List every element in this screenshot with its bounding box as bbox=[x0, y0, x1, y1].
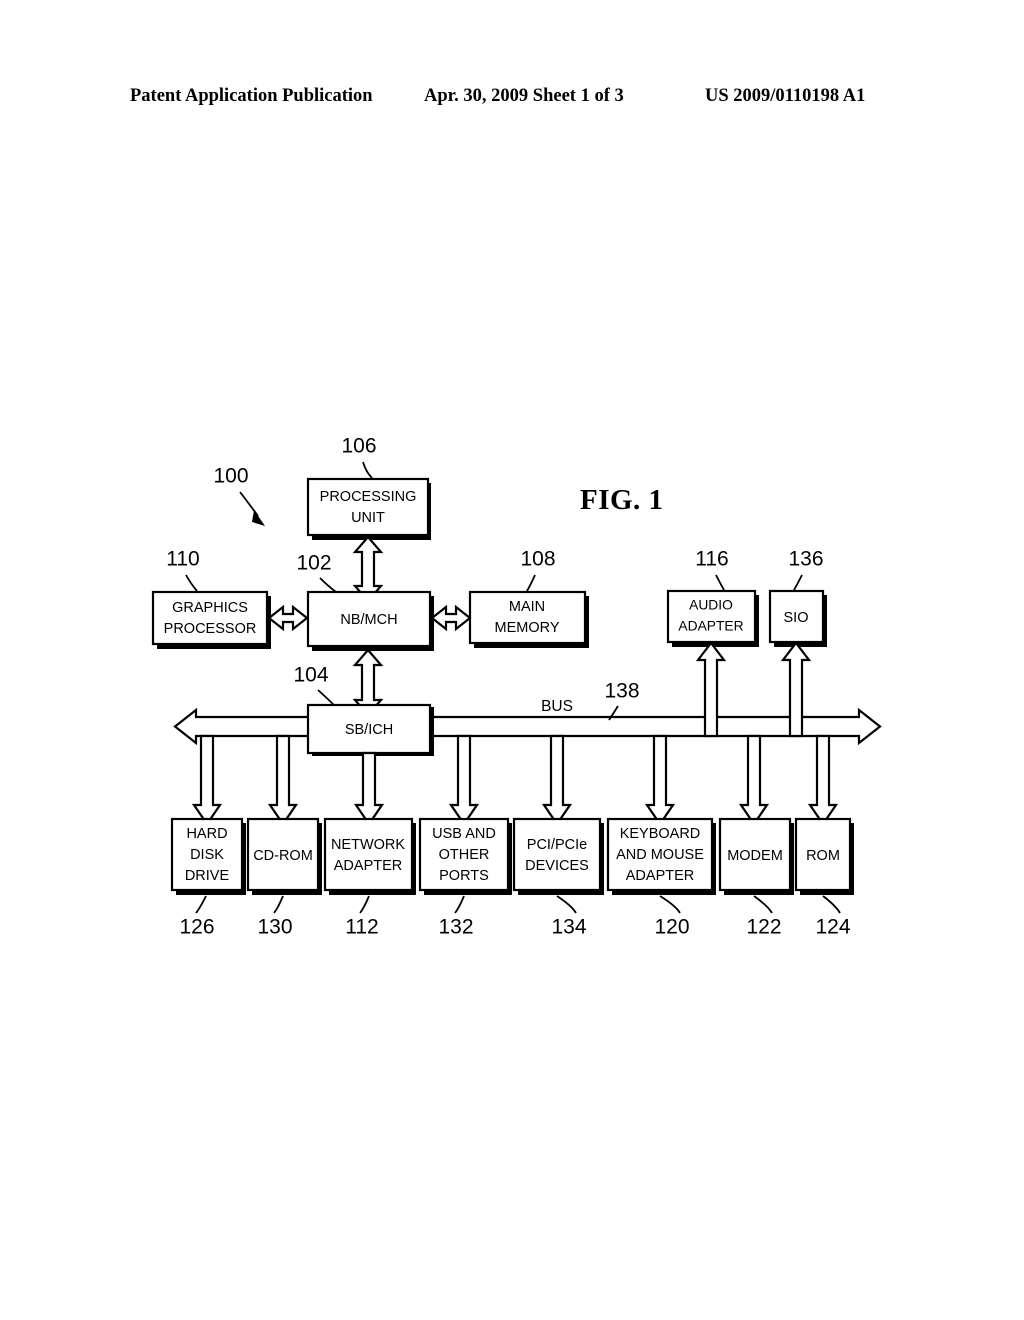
block-nb-mch-label: NB/MCH bbox=[340, 612, 397, 628]
bus-branch-keyboard-mouse-adapter bbox=[644, 734, 676, 826]
block-keyboard-mouse-adapter-label-1: KEYBOARD bbox=[620, 826, 701, 842]
ref-100: 100 bbox=[213, 465, 248, 488]
ref-120: 120 bbox=[654, 916, 689, 939]
block-diagram: 100 106 PROCESSING UNIT 110 GRAPHICS PRO… bbox=[151, 435, 882, 939]
block-usb-other-ports-label-1: USB AND bbox=[432, 826, 496, 842]
lead-line-120 bbox=[659, 895, 681, 914]
block-keyboard-mouse-adapter-label-2: AND MOUSE bbox=[616, 847, 704, 863]
block-usb-other-ports-label-2: OTHER bbox=[439, 847, 490, 863]
block-network-adapter-label-2: ADAPTER bbox=[334, 858, 403, 874]
arrow-nbmch-main-memory bbox=[430, 604, 472, 632]
bus-label: BUS bbox=[541, 698, 573, 715]
shadow-graphics-processor bbox=[157, 645, 271, 649]
shadow-usb-other-ports bbox=[424, 891, 512, 895]
block-hard-disk-drive-label-1: HARD bbox=[186, 826, 227, 842]
block-cd-rom-label: CD-ROM bbox=[253, 848, 313, 864]
shadow-audio-adapter bbox=[672, 643, 759, 647]
bus-branch-modem bbox=[738, 734, 770, 826]
block-processing-unit-label-1: PROCESSING bbox=[320, 489, 417, 505]
lead-line-134 bbox=[556, 895, 577, 914]
ref-110: 110 bbox=[166, 548, 199, 571]
bus-branch-rom bbox=[807, 734, 839, 826]
block-graphics-processor-label-1: GRAPHICS bbox=[172, 600, 248, 616]
block-hard-disk-drive-label-2: DISK bbox=[190, 847, 224, 863]
ref-138: 138 bbox=[604, 680, 639, 703]
ref-104: 104 bbox=[293, 664, 328, 687]
shadow-hard-disk-drive bbox=[176, 891, 246, 895]
ref-108: 108 bbox=[520, 548, 555, 571]
block-sb-ich-label: SB/ICH bbox=[345, 722, 393, 738]
lead-line-102 bbox=[319, 577, 337, 593]
lead-line-130 bbox=[273, 895, 284, 914]
lead-line-116 bbox=[715, 574, 725, 591]
lead-line-124 bbox=[822, 895, 841, 914]
ref-132: 132 bbox=[438, 916, 473, 939]
block-main-memory-label-1: MAIN bbox=[509, 599, 545, 615]
block-audio-adapter-label-1: AUDIO bbox=[689, 598, 733, 613]
lead-line-126 bbox=[195, 895, 207, 914]
block-processing-unit-label-2: UNIT bbox=[351, 510, 385, 526]
ref-116: 116 bbox=[695, 548, 728, 571]
block-network-adapter[interactable] bbox=[323, 817, 414, 892]
block-main-memory-label-2: MEMORY bbox=[495, 620, 560, 636]
shadow-rom bbox=[800, 891, 854, 895]
block-graphics-processor-label-2: PROCESSOR bbox=[164, 621, 257, 637]
block-network-adapter-label-1: NETWORK bbox=[331, 837, 405, 853]
block-audio-adapter-label-2: ADAPTER bbox=[678, 619, 743, 634]
bus-branch-cd-rom bbox=[267, 734, 299, 826]
bus-branch-pci-pcie-devices bbox=[541, 734, 573, 826]
lead-line-112 bbox=[359, 895, 370, 914]
bus-branch-network-adapter bbox=[353, 751, 385, 826]
arrow-graphics-nbmch bbox=[267, 604, 309, 632]
lead-line-110 bbox=[185, 574, 198, 592]
shadow-network-adapter bbox=[329, 891, 416, 895]
ref-134: 134 bbox=[551, 916, 586, 939]
ref-106: 106 bbox=[341, 435, 376, 458]
shadow-keyboard-mouse-adapter bbox=[612, 891, 716, 895]
block-keyboard-mouse-adapter-label-3: ADAPTER bbox=[626, 868, 695, 884]
shadow-nbmch bbox=[312, 647, 434, 651]
ref-126: 126 bbox=[179, 916, 214, 939]
block-modem-label: MODEM bbox=[727, 848, 783, 864]
lead-line-136 bbox=[793, 574, 803, 591]
bus-branch-usb-other-ports bbox=[448, 734, 480, 826]
shadow-modem bbox=[724, 891, 794, 895]
figure-1-data-processing-system: FIG. 1 100 106 PROCESSING UNIT 110 GRAPH… bbox=[0, 0, 1024, 1320]
ref-124: 124 bbox=[815, 916, 850, 939]
block-pci-pcie-devices-label-1: PCI/PCIe bbox=[527, 837, 587, 853]
ref-130: 130 bbox=[257, 916, 292, 939]
block-usb-other-ports-label-3: PORTS bbox=[439, 868, 489, 884]
lead-line-108 bbox=[526, 574, 536, 592]
lead-line-122 bbox=[753, 895, 773, 914]
block-pci-pcie-devices-label-2: DEVICES bbox=[525, 858, 589, 874]
ref-112: 112 bbox=[345, 916, 378, 939]
block-sio-label: SIO bbox=[784, 610, 809, 626]
ref-122: 122 bbox=[746, 916, 781, 939]
block-rom-label: ROM bbox=[806, 848, 840, 864]
bus-branch-hard-disk-drive bbox=[191, 734, 223, 826]
block-hard-disk-drive-label-3: DRIVE bbox=[185, 868, 230, 884]
arrowhead-100 bbox=[252, 510, 265, 526]
ref-102: 102 bbox=[296, 552, 331, 575]
lead-line-106 bbox=[362, 461, 373, 479]
shadow-cd-rom bbox=[252, 891, 322, 895]
shadow-pci-pcie-devices bbox=[518, 891, 604, 895]
patent-page: Patent Application Publication Apr. 30, … bbox=[0, 0, 1024, 1320]
lead-line-132 bbox=[454, 895, 465, 914]
shadow-main-memory bbox=[474, 644, 589, 648]
block-processing-unit[interactable] bbox=[306, 477, 430, 537]
ref-136: 136 bbox=[788, 548, 823, 571]
shadow-sio bbox=[774, 643, 827, 647]
block-pci-pcie-devices[interactable] bbox=[512, 817, 602, 892]
